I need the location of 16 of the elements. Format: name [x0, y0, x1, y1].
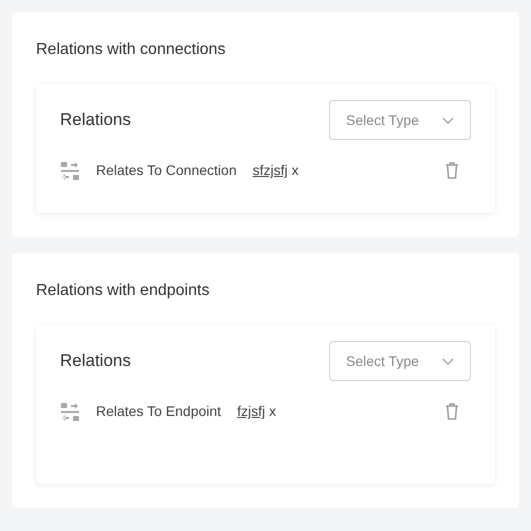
chevron-down-icon	[442, 358, 454, 364]
relation-label: Relates To Endpoint	[96, 402, 222, 421]
panel-title: Relations	[60, 350, 131, 372]
swap-icon	[60, 402, 80, 422]
panel-title: Relations	[60, 109, 131, 132]
chevron-down-icon	[442, 116, 454, 124]
trash-icon[interactable]	[445, 162, 459, 179]
trash-icon[interactable]	[445, 403, 459, 420]
relation-target-link[interactable]: sfzjsfj	[252, 160, 288, 181]
relation-label: Relates To Connection	[96, 161, 237, 180]
relation-target-link[interactable]: fzjsfj	[237, 401, 266, 422]
section-title: Relations with endpoints	[36, 281, 210, 301]
remove-text[interactable]: x	[269, 401, 276, 422]
remove-text[interactable]: x	[292, 160, 299, 181]
swap-icon	[60, 160, 80, 180]
section-title: Relations with connections	[36, 40, 226, 60]
